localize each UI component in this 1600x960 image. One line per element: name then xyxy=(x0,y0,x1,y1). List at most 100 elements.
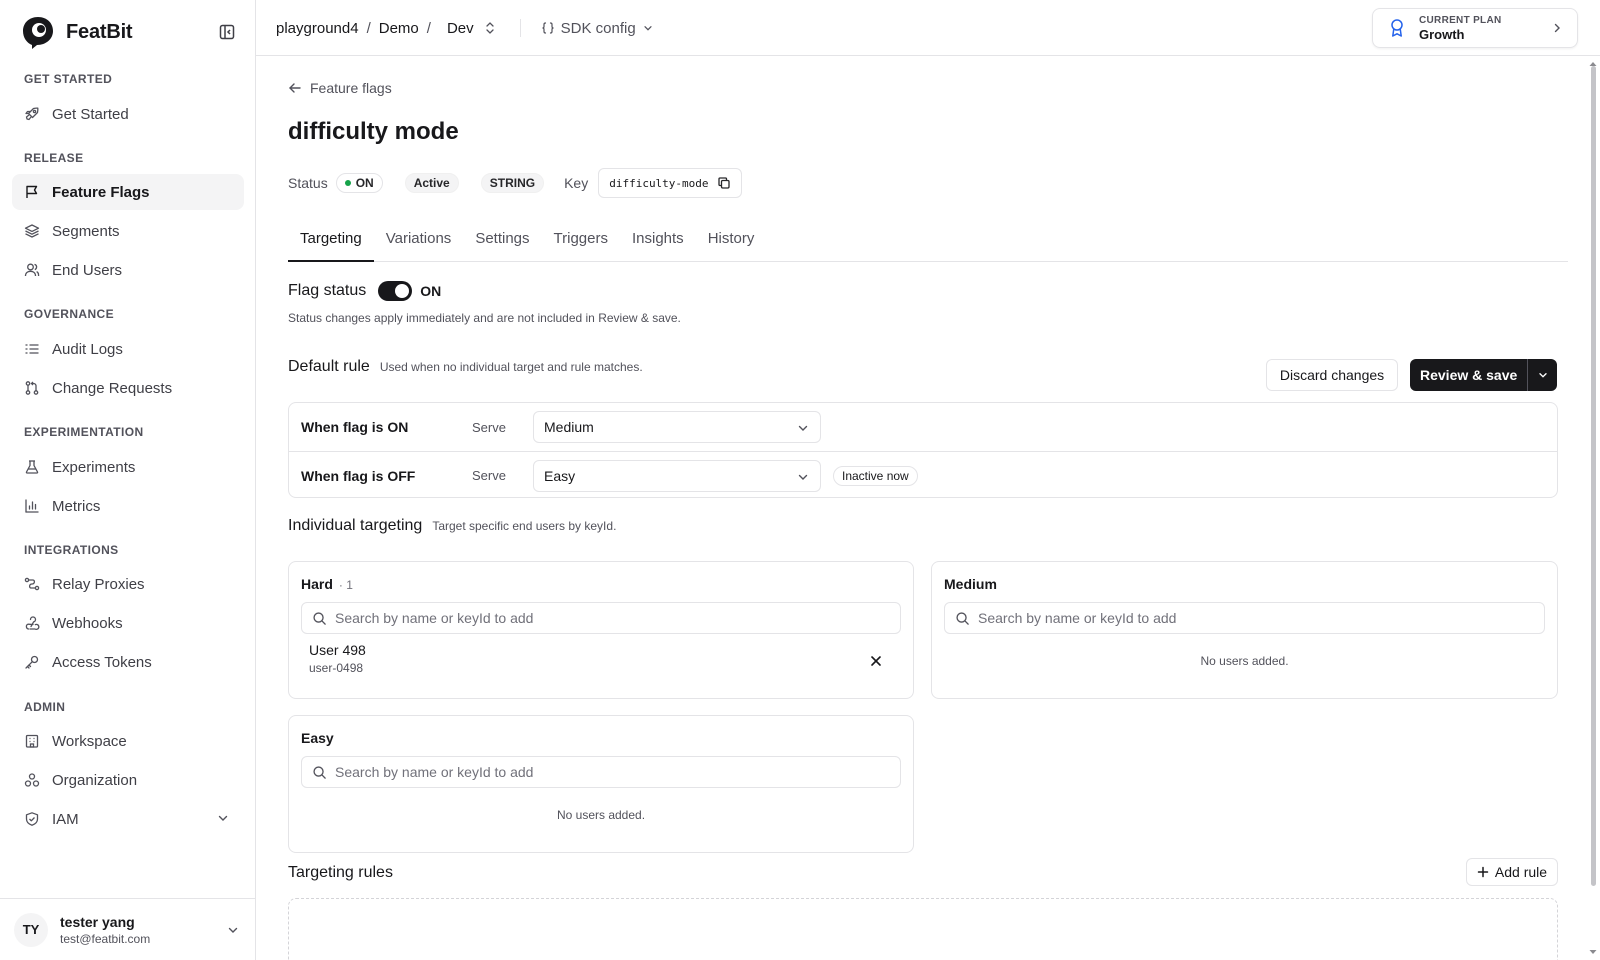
tab-insights[interactable]: Insights xyxy=(620,224,696,262)
user-search-field[interactable] xyxy=(301,602,901,634)
flask-icon xyxy=(25,460,39,474)
brand[interactable]: FeatBit xyxy=(20,14,133,50)
user-search-input[interactable] xyxy=(978,610,1544,626)
search-icon xyxy=(313,611,326,625)
serve-off-value: Easy xyxy=(544,467,576,484)
organization-icon xyxy=(24,773,40,787)
chevron-down-icon xyxy=(798,425,808,431)
scroll-down-arrow-icon[interactable] xyxy=(1589,948,1597,956)
sidebar-collapse-icon[interactable] xyxy=(218,23,236,41)
section-label-admin: ADMIN xyxy=(24,700,66,714)
sidebar-item-feature-flags[interactable]: Feature Flags xyxy=(12,174,244,210)
back-to-feature-flags[interactable]: Feature flags xyxy=(288,80,392,96)
chevrons-up-down-icon xyxy=(485,22,494,34)
user-name: tester yang xyxy=(60,913,135,930)
sidebar-item-experiments[interactable]: Experiments xyxy=(12,449,244,485)
discard-changes-button[interactable]: Discard changes xyxy=(1266,359,1398,391)
review-save-button[interactable]: Review & save xyxy=(1410,359,1558,391)
featbit-logo-icon xyxy=(23,17,53,49)
user-search-input[interactable] xyxy=(335,610,900,626)
section-label-governance: GOVERNANCE xyxy=(24,307,115,321)
chevron-down-icon xyxy=(798,474,808,480)
empty-users-text: No users added. xyxy=(1200,654,1289,668)
user-search-field[interactable] xyxy=(944,602,1545,634)
tab-history[interactable]: History xyxy=(696,224,767,262)
sidebar-item-audit-logs[interactable]: Audit Logs xyxy=(12,331,244,367)
copy-icon[interactable] xyxy=(717,176,731,190)
targeting-rules-empty-area xyxy=(288,898,1558,960)
plan-label: CURRENT PLAN xyxy=(1419,14,1502,26)
user-search-input[interactable] xyxy=(335,764,900,780)
sidebar-item-webhooks[interactable]: Webhooks xyxy=(12,605,244,641)
tab-triggers[interactable]: Triggers xyxy=(542,224,620,262)
targeting-rules-header: Targeting rules xyxy=(288,864,393,882)
default-rule-off-row: When flag is OFF Serve Easy Inactive now xyxy=(289,451,1557,499)
list-icon xyxy=(25,344,39,354)
breadcrumb-organization[interactable]: playground4 xyxy=(276,20,359,37)
section-label-get-started: GET STARTED xyxy=(24,72,113,86)
flag-meta: Status ON Active STRING Key difficulty-m… xyxy=(288,168,742,198)
search-icon xyxy=(313,765,326,779)
sidebar-item-segments[interactable]: Segments xyxy=(12,213,244,249)
inactive-now-badge: Inactive now xyxy=(833,465,918,486)
sidebar-item-label: Relay Proxies xyxy=(52,575,145,593)
default-rule-box: When flag is ON Serve Medium When flag i… xyxy=(288,402,1558,498)
flag-status-toggle-label: ON xyxy=(420,283,442,299)
targeting-rules-title: Targeting rules xyxy=(288,864,393,881)
variation-name: Medium xyxy=(944,576,997,592)
rule-row-label: When flag is ON xyxy=(301,419,409,435)
avatar: TY xyxy=(14,912,48,947)
sdk-config-button[interactable]: SDK config xyxy=(541,20,654,37)
variation-name: Hard · 1 xyxy=(301,576,353,592)
environment-switcher[interactable]: Dev xyxy=(439,20,496,37)
breadcrumb-project[interactable]: Demo xyxy=(379,20,419,37)
serve-on-value: Medium xyxy=(544,419,594,435)
review-save-dropdown[interactable] xyxy=(1527,359,1557,391)
breadcrumb: playground4 / Demo / Dev SDK config xyxy=(276,0,654,56)
key-icon xyxy=(25,655,39,669)
variation-count: · 1 xyxy=(338,578,353,592)
current-plan-card[interactable]: CURRENT PLAN Growth xyxy=(1372,8,1578,48)
default-rule-header: Default rule Used when no individual tar… xyxy=(288,358,643,376)
back-label: Feature flags xyxy=(310,80,392,96)
flag-status-toggle[interactable] xyxy=(378,281,413,301)
section-label-release: RELEASE xyxy=(24,151,84,165)
sidebar-item-label: Access Tokens xyxy=(52,653,152,671)
active-badge: Active xyxy=(404,173,459,193)
sidebar-item-workspace[interactable]: Workspace xyxy=(12,723,244,759)
add-rule-button[interactable]: Add rule xyxy=(1466,858,1558,886)
individual-targeting-header: Individual targeting Target specific end… xyxy=(288,517,616,535)
chevron-down-icon xyxy=(218,815,228,821)
braces-icon xyxy=(542,22,554,34)
sidebar-item-access-tokens[interactable]: Access Tokens xyxy=(12,644,244,680)
sidebar-item-organization[interactable]: Organization xyxy=(12,762,244,798)
tab-bar: Targeting Variations Settings Triggers I… xyxy=(288,224,1568,262)
serve-off-select[interactable]: Easy xyxy=(533,459,821,492)
tab-variations[interactable]: Variations xyxy=(374,224,464,262)
tab-settings[interactable]: Settings xyxy=(463,224,541,262)
sidebar-item-change-requests[interactable]: Change Requests xyxy=(12,370,244,406)
sidebar-item-end-users[interactable]: End Users xyxy=(12,252,244,288)
serve-on-select[interactable]: Medium xyxy=(533,411,821,443)
arrow-left-icon xyxy=(289,83,301,93)
main-scrollbar[interactable] xyxy=(1586,56,1600,960)
remove-user-icon[interactable] xyxy=(869,654,883,668)
serve-label: Serve xyxy=(472,419,506,435)
variation-card-easy: Easy No users added. xyxy=(288,715,914,853)
user-search-field[interactable] xyxy=(301,756,901,788)
status-label: Status xyxy=(288,175,328,191)
award-icon xyxy=(1391,19,1403,37)
user-menu[interactable]: TY tester yang test@featbit.com xyxy=(0,898,256,960)
user-email: test@featbit.com xyxy=(60,931,151,946)
sidebar-item-relay-proxies[interactable]: Relay Proxies xyxy=(12,566,244,602)
sidebar-item-metrics[interactable]: Metrics xyxy=(12,488,244,524)
tab-targeting[interactable]: Targeting xyxy=(288,224,374,262)
scrollbar-thumb[interactable] xyxy=(1591,66,1596,886)
sidebar-item-iam[interactable]: IAM xyxy=(12,801,244,837)
page-title: difficulty mode xyxy=(288,118,459,145)
individual-targeting-title: Individual targeting xyxy=(288,517,423,534)
building-icon xyxy=(25,734,39,748)
rule-row-label: When flag is OFF xyxy=(301,467,416,484)
sidebar-item-get-started[interactable]: Get Started xyxy=(12,96,244,132)
variation-card-medium: Medium No users added. xyxy=(931,561,1558,699)
